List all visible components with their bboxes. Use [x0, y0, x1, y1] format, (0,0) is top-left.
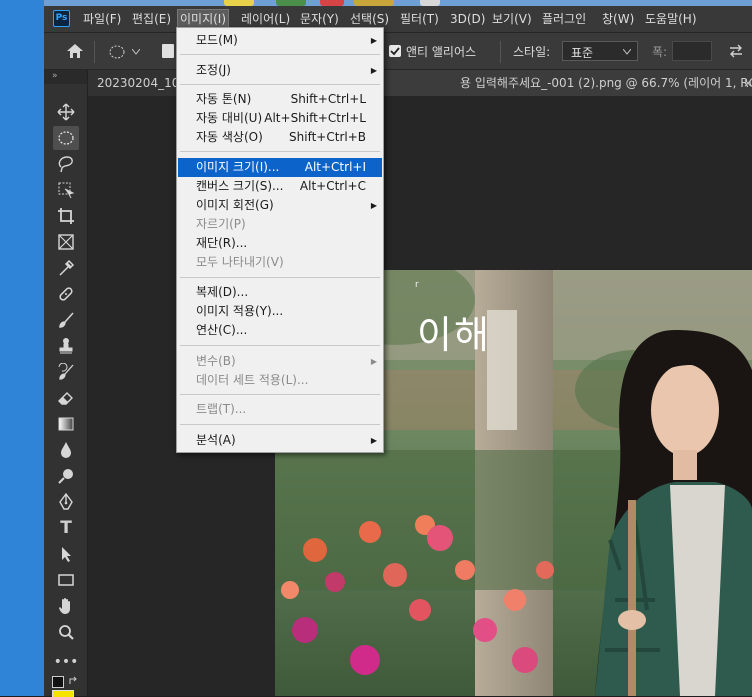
- brush-tool-icon[interactable]: [53, 308, 79, 332]
- menu-separator: [180, 345, 380, 346]
- menu-item-apply-data-set: 데이터 세트 적용(L)...: [196, 373, 309, 387]
- submenu-arrow-icon: ▶: [370, 36, 377, 45]
- submenu-arrow-icon: ▶: [370, 357, 377, 366]
- swap-colors-icon[interactable]: [52, 676, 64, 688]
- menu-item-variables: 변수(B) ▶: [178, 352, 382, 371]
- menu-select[interactable]: 선택(S): [350, 10, 389, 28]
- panel-collapse-handle[interactable]: »: [44, 70, 87, 84]
- rectangle-tool-icon[interactable]: [53, 568, 79, 592]
- document-tab-title: 용 입력해주세요_-001 (2).png @ 66.7% (레이어 1, RG…: [460, 76, 752, 90]
- style-select[interactable]: 표준: [562, 41, 638, 61]
- elliptical-marquee-tool-icon[interactable]: [53, 126, 79, 150]
- menu-separator: [180, 394, 380, 395]
- menu-separator: [180, 277, 380, 278]
- menu-item-crop: 자르기(P): [196, 217, 246, 231]
- options-divider: [500, 41, 501, 63]
- style-label: 스타일:: [513, 45, 551, 59]
- submenu-arrow-icon: ▶: [370, 201, 377, 210]
- menu-item-adjustments[interactable]: 조정(J) ▶: [178, 61, 382, 80]
- type-tool-icon[interactable]: T: [53, 516, 79, 540]
- eyedropper-tool-icon[interactable]: [53, 256, 79, 280]
- antialias-label: 앤티 앨리어스: [406, 45, 477, 59]
- options-divider: [94, 41, 95, 63]
- menu-window[interactable]: 창(W): [602, 10, 634, 28]
- menu-item-trim[interactable]: 재단(R)...: [178, 234, 382, 253]
- home-icon[interactable]: [66, 42, 84, 60]
- menu-separator: [180, 151, 380, 152]
- zoom-tool-icon[interactable]: [53, 620, 79, 644]
- move-tool-icon[interactable]: [53, 100, 79, 124]
- clone-stamp-tool-icon[interactable]: [53, 334, 79, 358]
- width-input[interactable]: [672, 41, 712, 61]
- menu-item-duplicate[interactable]: 복제(D)...: [178, 283, 382, 302]
- marquee-preset-icon[interactable]: [108, 43, 128, 61]
- overlay-title: 이해: [417, 313, 491, 357]
- photoshop-logo: Ps: [53, 10, 70, 27]
- menu-item-auto-contrast[interactable]: 자동 대비(U) Alt+Shift+Ctrl+L: [178, 109, 382, 128]
- close-icon[interactable]: ×: [743, 70, 752, 96]
- pen-tool-icon[interactable]: [53, 490, 79, 514]
- menu-item-image-rotation[interactable]: 이미지 회전(G) ▶: [178, 196, 382, 215]
- checkmark-icon: [390, 47, 400, 56]
- menu-item-mode[interactable]: 모드(M) ▶: [178, 31, 382, 50]
- menu-separator: [180, 54, 380, 55]
- dodge-tool-icon[interactable]: [53, 464, 79, 488]
- menu-item-apply-image[interactable]: 이미지 적용(Y)...: [178, 302, 382, 321]
- image-menu-dropdown: 모드(M) ▶ 조정(J) ▶ 자동 톤(N) Shift+Ctrl+L 자동 대비(…: [176, 27, 384, 453]
- menu-help[interactable]: 도움말(H): [645, 10, 697, 28]
- menu-separator: [180, 424, 380, 425]
- blur-tool-icon[interactable]: [53, 438, 79, 462]
- more-tools-icon[interactable]: •••: [53, 650, 79, 674]
- width-label: 폭:: [652, 45, 668, 59]
- desktop-background: [0, 0, 44, 696]
- menu-image[interactable]: 이미지(I): [176, 9, 230, 29]
- menu-item-image-size[interactable]: 이미지 크기(I)... Alt+Ctrl+I: [178, 158, 382, 177]
- chevron-down-icon: [623, 49, 631, 55]
- object-selection-tool-icon[interactable]: [53, 178, 79, 202]
- menu-item-auto-tone[interactable]: 자동 톤(N) Shift+Ctrl+L: [178, 90, 382, 109]
- swap-arrow-icon[interactable]: [68, 676, 78, 686]
- menu-layer[interactable]: 레이어(L): [241, 10, 290, 28]
- options-bar: 앤티 앨리어스 스타일: 표준 폭:: [44, 32, 752, 70]
- frame-tool-icon[interactable]: [53, 230, 79, 254]
- menu-item-reveal-all: 모두 나타내기(V): [196, 255, 284, 269]
- menu-bar: Ps 파일(F) 편집(E) 이미지(I) 레이어(L) 문자(Y) 선택(S)…: [44, 6, 752, 32]
- menu-separator: [180, 84, 380, 85]
- menu-item-calculations[interactable]: 연산(C)...: [178, 321, 382, 340]
- document-tab-1[interactable]: 20230204_104: [88, 70, 183, 96]
- style-select-value: 표준: [571, 46, 594, 60]
- antialias-checkbox[interactable]: [389, 45, 401, 57]
- menu-item-canvas-size[interactable]: 캔버스 크기(S)... Alt+Ctrl+C: [178, 177, 382, 196]
- menu-item-trap: 트랩(T)...: [196, 402, 247, 416]
- menu-type[interactable]: 문자(Y): [300, 10, 339, 28]
- menu-plugins[interactable]: 플러그인: [542, 10, 586, 28]
- photoshop-window: Ps 파일(F) 편집(E) 이미지(I) 레이어(L) 문자(Y) 선택(S)…: [44, 6, 752, 697]
- chevron-down-icon[interactable]: [132, 49, 140, 55]
- crop-tool-icon[interactable]: [53, 204, 79, 228]
- menu-item-analysis[interactable]: 분석(A) ▶: [178, 431, 382, 450]
- history-brush-tool-icon[interactable]: [53, 360, 79, 384]
- hand-tool-icon[interactable]: [53, 594, 79, 618]
- menu-filter[interactable]: 필터(T): [400, 10, 439, 28]
- submenu-arrow-icon: ▶: [370, 66, 377, 75]
- lasso-tool-icon[interactable]: [53, 152, 79, 176]
- eraser-tool-icon[interactable]: [53, 386, 79, 410]
- spot-healing-tool-icon[interactable]: [53, 282, 79, 306]
- overlay-subtitle: r: [415, 280, 419, 290]
- submenu-arrow-icon: ▶: [370, 436, 377, 445]
- path-selection-tool-icon[interactable]: [53, 542, 79, 566]
- menu-3d[interactable]: 3D(D): [450, 10, 485, 28]
- menu-edit[interactable]: 편집(E): [132, 10, 171, 28]
- tools-panel: » T •••: [44, 70, 88, 697]
- swap-icon[interactable]: [728, 44, 744, 58]
- menu-item-auto-color[interactable]: 자동 색상(O) Shift+Ctrl+B: [178, 128, 382, 147]
- new-selection-button[interactable]: [162, 44, 174, 58]
- menu-view[interactable]: 보기(V): [492, 10, 532, 28]
- menu-file[interactable]: 파일(F): [83, 10, 121, 28]
- gradient-tool-icon[interactable]: [53, 412, 79, 436]
